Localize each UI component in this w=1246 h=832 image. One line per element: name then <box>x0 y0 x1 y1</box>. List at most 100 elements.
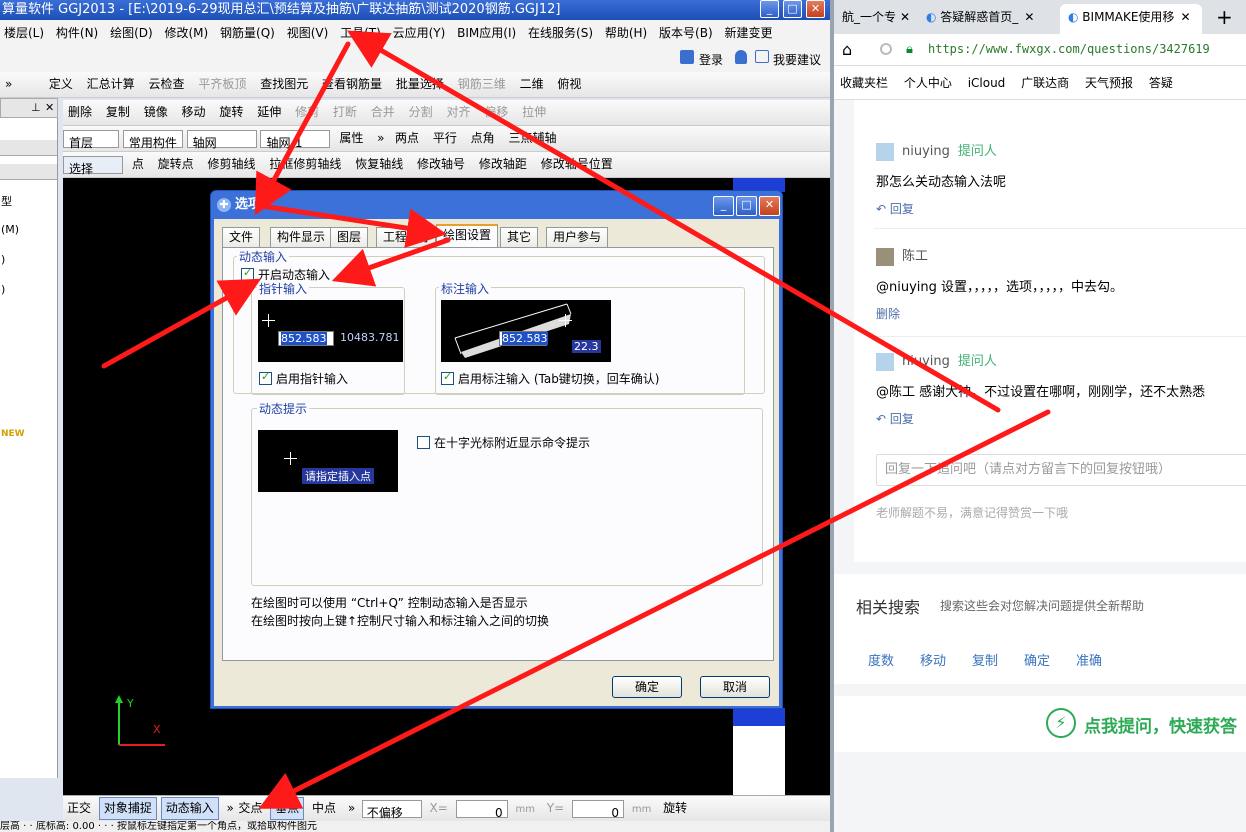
tab-file[interactable]: 文件 <box>222 227 261 247</box>
dialog-maximize-button[interactable]: □ <box>736 196 757 216</box>
axis-select[interactable]: 轴网 <box>186 129 257 150</box>
related-link[interactable]: 复制 <box>972 650 998 669</box>
rotate-point-button[interactable]: 旋转点 <box>153 152 199 177</box>
tab-other[interactable]: 其它 <box>500 227 539 247</box>
x-input[interactable]: 0 <box>455 799 508 820</box>
reply-link[interactable]: ↶ 回复 <box>876 410 1246 427</box>
tab-component-display[interactable]: 构件显示 <box>270 227 333 247</box>
menu-view[interactable]: 视图(V) <box>283 20 333 46</box>
menu-version[interactable]: 版本号(B) <box>655 20 717 46</box>
reply-input[interactable]: 回复一下追问吧（请点对方留言下的回复按钮哦） <box>876 454 1246 486</box>
related-link[interactable]: 准确 <box>1076 650 1102 669</box>
ok-button[interactable]: 确定 <box>612 676 682 698</box>
rotate-button[interactable]: 旋转 <box>214 100 248 125</box>
offset-select[interactable]: 不偏移 <box>361 799 422 820</box>
trim-axis-button[interactable]: 修剪轴线 <box>203 152 261 177</box>
box-trim-axis-button[interactable]: 拉框修剪轴线 <box>264 152 346 177</box>
2d-dropdown[interactable]: 二维 <box>515 72 549 97</box>
break-button[interactable]: 打断 <box>328 100 362 125</box>
reply-link[interactable]: ↶ 回复 <box>876 200 1246 217</box>
new-tab-icon[interactable]: + <box>1208 4 1238 34</box>
find-element-button[interactable]: 查找图元 <box>255 72 313 97</box>
comment-user[interactable]: 陈工 <box>902 249 928 264</box>
copy-button[interactable]: 复制 <box>101 100 135 125</box>
intersection-toggle[interactable]: 交点 <box>234 796 266 821</box>
select-button[interactable]: 选择 <box>63 155 123 176</box>
menu-online[interactable]: 在线服务(S) <box>524 20 597 46</box>
trim-button[interactable]: 修剪 <box>290 100 324 125</box>
axis-id-select[interactable]: 轴网-1 <box>260 129 331 150</box>
move-button[interactable]: 移动 <box>177 100 211 125</box>
ask-banner[interactable]: ⚡ 点我提问，快速获答 <box>834 696 1246 752</box>
bookmark-item[interactable]: iCloud <box>962 66 1012 99</box>
three-point-axis-button[interactable]: 三点辅轴 <box>504 126 562 151</box>
comment-user[interactable]: niuying <box>902 354 950 369</box>
comment-user[interactable]: niuying <box>902 144 950 159</box>
properties-button[interactable]: 属性 <box>334 126 368 151</box>
perpendicular-toggle[interactable]: 垂点 <box>270 797 305 820</box>
bookmark-item[interactable]: 个人中心 <box>898 66 958 99</box>
y-input[interactable]: 0 <box>572 799 625 820</box>
type-select[interactable]: 常用构件 <box>122 129 183 150</box>
view-rebar-button[interactable]: 查看钢筋量 <box>317 72 387 97</box>
delete-link[interactable]: 删除 <box>876 305 1246 322</box>
tree-item[interactable]: 型 <box>0 194 57 210</box>
mirror-button[interactable]: 镜像 <box>139 100 173 125</box>
bookmark-item[interactable]: 答疑 <box>1143 66 1179 99</box>
home-icon[interactable]: ⌂ <box>842 40 852 59</box>
login-link[interactable]: 登录 <box>699 51 723 68</box>
align-slab-button[interactable]: 平齐板顶 <box>193 72 251 97</box>
bookmark-item[interactable]: 广联达商 <box>1015 66 1075 99</box>
browser-tab[interactable]: ◐ 答疑解惑首页_ ✕ <box>918 4 1058 34</box>
split-button[interactable]: 分割 <box>404 100 438 125</box>
tab-user-participate[interactable]: 用户参与 <box>546 227 609 247</box>
suggest-link[interactable]: 我要建议 <box>773 51 821 68</box>
define-button[interactable]: 定义 <box>44 72 78 97</box>
floor-select[interactable]: 首层 <box>63 129 119 150</box>
show-hint-checkbox[interactable]: 在十字光标附近显示命令提示 <box>417 434 590 451</box>
modify-axis-no-button[interactable]: 修改轴号 <box>412 152 470 177</box>
minimize-button[interactable]: _ <box>760 0 779 18</box>
panel-close-icon[interactable]: ✕ <box>45 101 54 114</box>
tab-layer[interactable]: 图层 <box>330 227 369 247</box>
related-link[interactable]: 移动 <box>920 650 946 669</box>
enable-pointer-input-checkbox[interactable]: 启用指针输入 <box>259 370 348 387</box>
cancel-button[interactable]: 取消 <box>700 676 770 698</box>
stretch-button[interactable]: 拉伸 <box>517 100 551 125</box>
point-button[interactable]: 点 <box>127 152 149 177</box>
extend-button[interactable]: 延伸 <box>252 100 286 125</box>
ortho-toggle[interactable]: 正交 <box>63 796 95 821</box>
bookmark-item[interactable]: 天气预报 <box>1079 66 1139 99</box>
midpoint-toggle[interactable]: 中点 <box>308 796 340 821</box>
maximize-button[interactable]: □ <box>783 0 802 18</box>
pin-icon[interactable]: ⊥ <box>31 101 41 114</box>
tree-item[interactable]: ) <box>0 252 57 268</box>
menu-component[interactable]: 构件(N) <box>52 20 102 46</box>
bookmark-item[interactable]: 收藏夹栏 <box>834 66 894 99</box>
tree-item[interactable]: ) <box>0 282 57 298</box>
related-link[interactable]: 确定 <box>1024 650 1050 669</box>
cloud-check-button[interactable]: 云检查 <box>144 72 190 97</box>
modify-axis-pos-button[interactable]: 修改轴号位置 <box>536 152 618 177</box>
restore-axis-button[interactable]: 恢复轴线 <box>350 152 408 177</box>
enable-dimension-input-checkbox[interactable]: 启用标注输入 (Tab键切换，回车确认) <box>441 370 660 387</box>
url-field[interactable]: https://www.fwxgx.com/questions/3427619 <box>928 42 1210 56</box>
close-button[interactable]: ✕ <box>806 0 825 18</box>
menu-modify[interactable]: 修改(M) <box>161 20 213 46</box>
parallel-button[interactable]: 平行 <box>428 126 462 151</box>
menu-draw[interactable]: 绘图(D) <box>106 20 157 46</box>
menu-help[interactable]: 帮助(H) <box>601 20 651 46</box>
menu-floor[interactable]: 楼层(L) <box>0 20 48 46</box>
menu-cloud[interactable]: 云应用(Y) <box>389 20 450 46</box>
bell-icon[interactable] <box>735 50 747 64</box>
tab-project-save[interactable]: 工程保存 <box>376 227 436 247</box>
rotate-toggle[interactable]: 旋转 <box>659 796 691 821</box>
offset-button[interactable]: 偏移 <box>479 100 513 125</box>
batch-select-button[interactable]: 批量选择 <box>391 72 449 97</box>
menu-tools[interactable]: 工具(T) <box>336 20 385 46</box>
merge-button[interactable]: 合并 <box>366 100 400 125</box>
related-link[interactable]: 度数 <box>868 650 894 669</box>
dialog-close-button[interactable]: ✕ <box>759 196 780 216</box>
browser-tab[interactable]: 航_一个专 ✕ <box>834 4 916 34</box>
menu-new-change[interactable]: 新建变更 <box>720 20 776 46</box>
